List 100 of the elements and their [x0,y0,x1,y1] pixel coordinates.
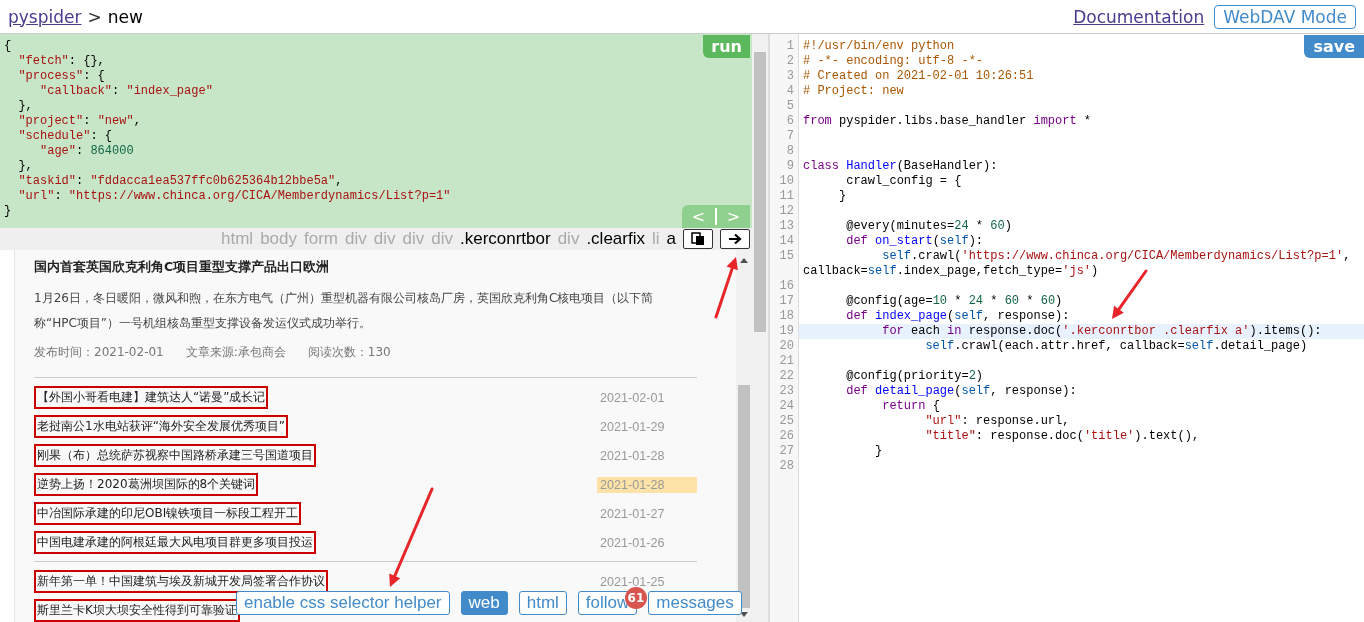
news-link[interactable]: 刚果（布）总统萨苏视察中国路桥承建三号国道项目 [34,444,316,467]
line-number: 23 [778,384,795,399]
css-path-item[interactable]: body [260,229,297,249]
line-number: 28 [778,459,795,474]
news-link[interactable]: 斯里兰卡K坝大坝安全性得到可靠验证 [34,599,240,622]
css-path-item[interactable]: div [402,229,425,249]
line-number: 27 [778,444,795,459]
webdav-mode-button[interactable]: WebDAV Mode [1214,4,1356,29]
code-line: for each in response.doc('.kerconrtbor .clearfix a').items(): [881,324,1323,339]
line-number: 6 [785,114,795,129]
code-line: { [4,39,12,54]
line-number: 20 [778,339,795,354]
css-path-item[interactable]: .kerconrtbor [459,229,551,249]
scrollbar-thumb[interactable] [738,385,750,608]
code-line: crawl_config = { [845,174,963,189]
code-line: def on_start(self): [845,234,985,249]
news-link[interactable]: 老挝南公1水电站获评“海外安全发展优秀项目” [34,415,289,438]
copy-button[interactable] [683,229,713,249]
project-link[interactable]: pyspider [8,6,82,27]
css-selector-helper-button[interactable]: enable css selector helper [236,591,450,615]
documentation-link[interactable]: Documentation [1073,6,1205,27]
code-line: class Handler(BaseHandler): [803,159,999,174]
project-name: new [107,6,143,27]
code-line: @every(minutes=24 * 60) [845,219,1013,234]
tab[interactable]: messages [648,591,742,615]
line-number: 21 [778,354,795,369]
line-number: 16 [778,279,795,294]
code-line: } [4,204,12,219]
css-path-item[interactable]: div [345,229,367,249]
line-number: 19 [778,324,795,339]
code-line: "callback": "index_page" [39,84,213,99]
line-number: 8 [785,144,795,159]
code-line: } [874,444,884,459]
code-line: "url": "https://www.chinca.org/CICA/Memberdynamics/List?p=1" [17,189,451,204]
css-path-item[interactable]: div [431,229,453,249]
line-number: 24 [778,399,795,414]
news-date: 2021-01-27 [599,505,666,522]
line-number: 2 [785,54,795,69]
tab[interactable]: web [460,591,508,615]
line-number: 7 [785,129,795,144]
breadcrumb-separator: > [87,6,102,27]
annotation-arrow [1112,269,1148,319]
code-line: return { [881,399,941,414]
css-path-item[interactable]: .clearfix [586,229,645,249]
tab[interactable]: html [518,591,567,615]
line-number: 5 [785,99,795,114]
line-number: 15 [778,249,795,265]
news-date: 2021-01-29 [599,418,666,435]
news-date: 2021-01-25 [599,573,666,590]
code-line: "age": 864000 [39,144,134,159]
line-number: 22 [778,369,795,384]
news-date: 2021-01-26 [599,534,666,551]
news-date: 2021-01-28 [597,476,697,493]
code-line: # Created on 2021-02-01 10:26:51 [803,69,1035,84]
article-summary: 1月26日，冬日暖阳，微风和煦，在东方电气（广州）重型机器有限公司核岛厂房，英国欣克利角C核电项目（以下简称“HPC项目”）一号机组核岛重型支撑设备发运仪式成功举行。 [34,290,655,332]
code-line: @config(priority=2) [845,369,985,384]
line-number: 9 [785,159,795,174]
code-line: self.crawl(each.attr.href, callback=self.detail_page) [924,339,1309,354]
code-line: "title": response.doc('title').text(), [924,429,1201,444]
scroll-up-icon[interactable] [740,258,748,263]
code-line: @config(age=10 * 24 * 60 * 60) [845,294,1064,309]
line-number: 13 [778,219,795,234]
css-path-item[interactable]: li [651,229,660,249]
line-number: 18 [778,309,795,324]
code-line: "project": "new", [17,114,141,129]
code-line: # -*- encoding: utf-8 -*- [803,54,985,69]
code-line: "taskid": "fddacca1ea537ffc0b625364b12bbe5a", [17,174,343,189]
code-line: #!/usr/bin/env python [803,39,956,54]
line-number: 11 [778,189,795,204]
css-path-item[interactable]: div [557,229,580,249]
run-button[interactable]: run [703,35,750,58]
scroll-down-icon[interactable] [740,612,748,617]
code-line: self.crawl('https://www.chinca.org/CICA/Memberdynamics/List?p=1', callback=self.index_page,fetch_type='js') [803,249,1352,279]
news-link[interactable]: 中国电建承建的阿根廷最大风电项目群更多项目投运 [34,531,316,554]
code-line: } [838,189,848,204]
css-path-item[interactable]: html [221,229,254,249]
right-arrow-icon [728,233,742,245]
save-button[interactable]: save [1304,35,1364,58]
line-number: 10 [778,174,795,189]
code-line: "url": response.url, [924,414,1071,429]
news-date: 2021-02-01 [599,389,666,406]
arrow-button[interactable] [720,229,750,249]
code-line: }, [17,159,33,174]
css-path-item[interactable]: a [666,229,676,249]
css-path-item[interactable]: form [304,229,338,249]
news-link[interactable]: 中冶国际承建的印尼OBI镍铁项目一标段工程开工 [34,502,302,525]
line-number: 12 [778,204,795,219]
code-line: from pyspider.libs.base_handler import * [803,114,1093,129]
scrollbar-thumb[interactable] [754,52,766,332]
line-number: 4 [785,84,795,99]
code-line: "schedule": { [17,129,113,144]
news-link[interactable]: 逆势上扬！2020葛洲坝国际的8个关键词 [34,473,259,496]
line-number: 14 [778,234,795,249]
news-link[interactable]: 【外国小哥看电建】建筑达人“诺曼”成长记 [34,386,269,409]
css-path-item[interactable]: div [373,229,396,249]
code-line: "process": { [17,69,105,84]
article-meta: 文章来源:承包商会 [185,344,286,361]
line-number: 17 [778,294,795,309]
code-line: "fetch": {}, [17,54,105,69]
article-title: 国内首套英国欣克利角C项目重型支撑产品出口欧洲 [34,259,331,276]
